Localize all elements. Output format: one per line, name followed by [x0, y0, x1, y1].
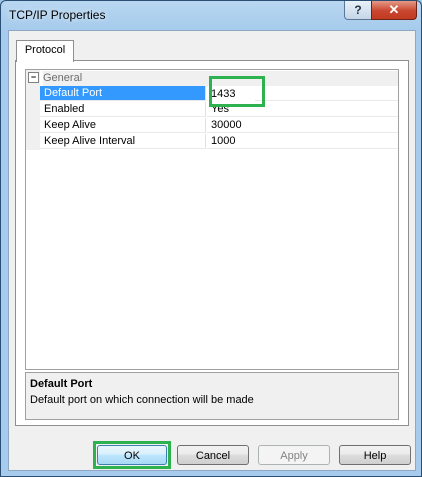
tab-panel-protocol: − General Default Port Enabled Yes — [15, 60, 409, 426]
category-row-general[interactable]: − General — [26, 70, 398, 86]
grid-gutter — [26, 86, 40, 102]
property-row[interactable]: Default Port — [26, 86, 398, 102]
property-name[interactable]: Enabled — [40, 102, 206, 117]
property-value[interactable]: 1000 — [207, 134, 398, 149]
property-name[interactable]: Keep Alive Interval — [40, 134, 206, 149]
grid-gutter — [26, 102, 40, 118]
category-label: General — [43, 71, 398, 86]
description-panel: Default Port Default port on which conne… — [25, 372, 399, 420]
description-text: Default port on which connection will be… — [30, 394, 254, 406]
apply-button[interactable]: Apply — [258, 445, 330, 465]
property-name[interactable]: Default Port — [40, 86, 206, 101]
grid-gutter: − — [26, 70, 40, 86]
property-value[interactable]: 30000 — [207, 118, 398, 133]
property-row[interactable]: Keep Alive Interval 1000 — [26, 134, 398, 150]
dialog-window: TCP/IP Properties ? ✕ Protocol − General… — [0, 0, 422, 477]
grid-gutter — [26, 134, 40, 150]
property-name[interactable]: Keep Alive — [40, 118, 206, 133]
description-title: Default Port — [30, 378, 93, 390]
tab-protocol[interactable]: Protocol — [16, 40, 74, 62]
title-bar[interactable]: TCP/IP Properties ? ✕ — [1, 1, 421, 31]
default-port-input[interactable] — [207, 86, 255, 101]
window-title: TCP/IP Properties — [9, 8, 106, 22]
property-grid: − General Default Port Enabled Yes — [25, 69, 399, 370]
property-value[interactable]: Yes — [207, 102, 398, 117]
dialog-client-area: Protocol − General Default Port 1433 Ena… — [8, 30, 416, 471]
property-row[interactable]: Keep Alive 30000 — [26, 118, 398, 134]
property-row[interactable]: Enabled Yes — [26, 102, 398, 118]
close-icon[interactable]: ✕ — [371, 1, 417, 20]
help-button[interactable]: Help — [339, 445, 411, 465]
ok-button[interactable]: OK — [97, 445, 167, 465]
property-value-cell[interactable] — [207, 86, 398, 101]
grid-gutter — [26, 118, 40, 134]
collapse-icon[interactable]: − — [28, 72, 39, 83]
help-icon[interactable]: ? — [344, 1, 372, 20]
cancel-button[interactable]: Cancel — [177, 445, 249, 465]
